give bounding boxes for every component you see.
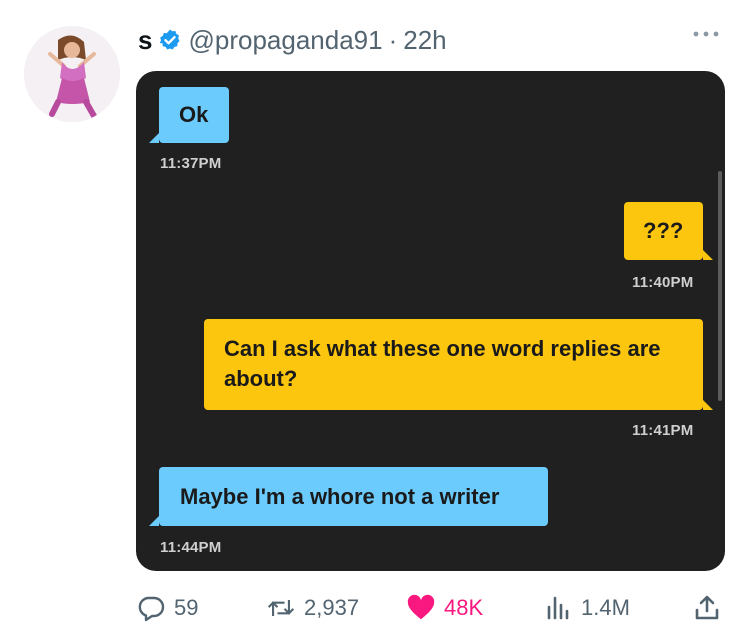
reply-button[interactable]: 59 xyxy=(136,590,198,626)
separator-dot: · xyxy=(388,24,398,55)
more-options-icon[interactable] xyxy=(690,22,722,46)
message-timestamp: 11:41PM xyxy=(632,422,694,439)
chat-scrollbar xyxy=(718,171,722,401)
message-bubble-received: Ok xyxy=(149,87,229,143)
message-timestamp: 11:37PM xyxy=(160,155,222,172)
message-text: ??? xyxy=(643,218,684,243)
retweet-count: 2,937 xyxy=(304,595,360,620)
message-bubble-sent: ??? xyxy=(624,202,713,260)
views-button[interactable]: 1.4M xyxy=(543,590,630,626)
tweet-time[interactable]: 22h xyxy=(403,25,446,56)
avatar-figure xyxy=(24,26,120,122)
message-text: Can I ask what these one word replies ar… xyxy=(224,336,661,391)
view-count: 1.4M xyxy=(581,595,630,620)
retweet-button[interactable]: 2,937 xyxy=(266,590,359,626)
like-button[interactable]: 48K xyxy=(406,590,483,626)
message-bubble-sent: Can I ask what these one word replies ar… xyxy=(204,319,713,410)
tweet-header: s @propaganda91 · 22h xyxy=(138,22,447,58)
avatar[interactable] xyxy=(24,26,120,122)
message-timestamp: 11:44PM xyxy=(160,539,222,556)
handle[interactable]: @propaganda91 xyxy=(188,25,382,56)
message-timestamp: 11:40PM xyxy=(632,274,694,291)
message-text: Maybe I'm a whore not a writer xyxy=(180,484,500,509)
share-icon xyxy=(695,595,719,620)
reply-count: 59 xyxy=(174,595,199,620)
views-icon xyxy=(547,596,569,620)
reply-icon xyxy=(138,596,165,622)
message-bubble-received: Maybe I'm a whore not a writer xyxy=(149,467,548,526)
message-text: Ok xyxy=(179,102,209,127)
like-count: 48K xyxy=(444,595,484,620)
display-name[interactable]: s xyxy=(138,25,152,56)
share-button[interactable] xyxy=(692,590,722,626)
verified-badge-icon xyxy=(160,29,180,50)
heart-icon xyxy=(407,594,435,620)
tweet-media-chat-screenshot[interactable]: Ok 11:37PM ??? 11:40PM Can I ask what th… xyxy=(136,71,725,571)
tweet-actions: 59 2,937 48K 1.4M xyxy=(136,590,725,626)
retweet-icon xyxy=(267,600,295,616)
